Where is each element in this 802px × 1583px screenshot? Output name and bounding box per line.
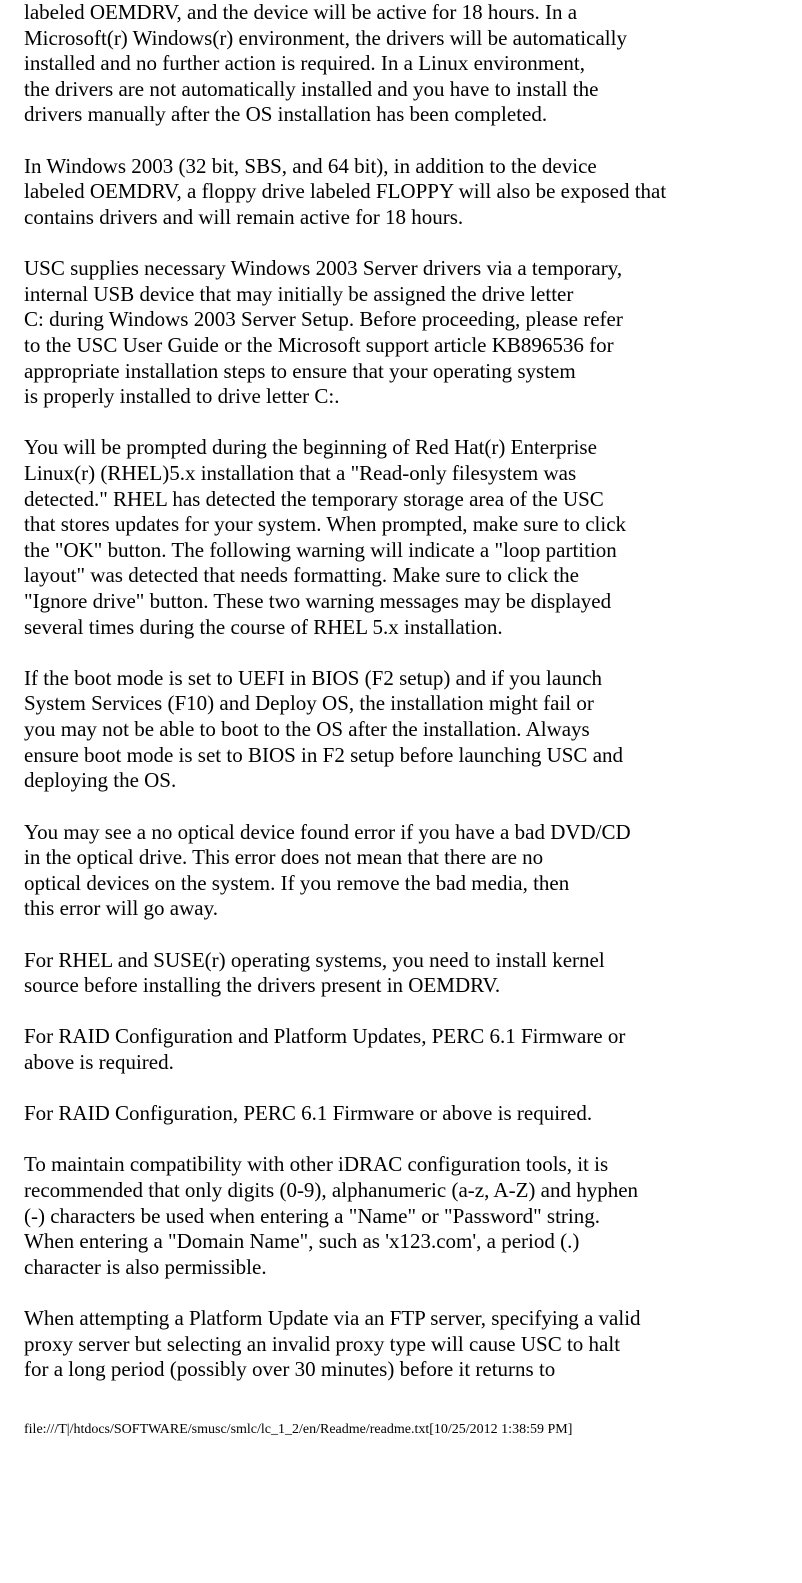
document-body-text: labeled OEMDRV, and the device will be a… — [24, 0, 778, 1383]
footer-file-path: file:///T|/htdocs/SOFTWARE/smusc/smlc/lc… — [24, 1383, 778, 1446]
